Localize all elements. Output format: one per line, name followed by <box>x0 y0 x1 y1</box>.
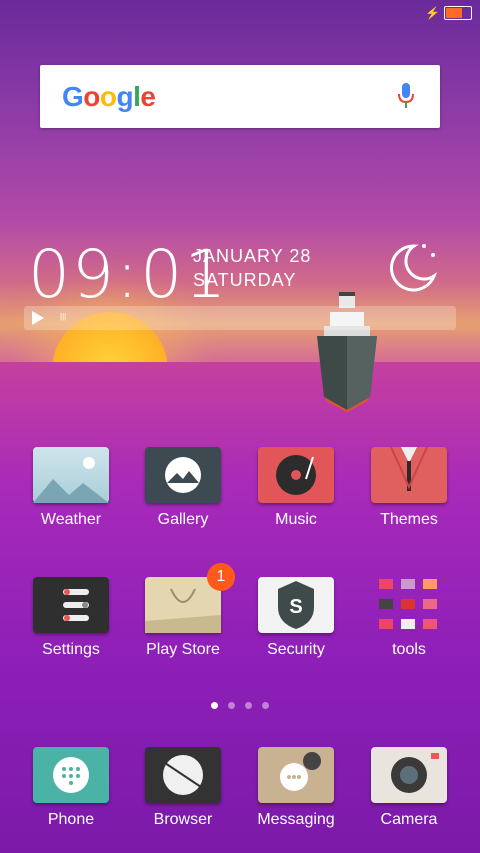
music-icon <box>258 447 334 503</box>
mic-icon[interactable] <box>398 83 414 109</box>
weather-icon <box>33 447 109 503</box>
page-indicator <box>0 702 480 709</box>
dock-browser[interactable]: Browser <box>135 747 231 829</box>
app-label: Camera <box>380 811 438 828</box>
page-dot[interactable] <box>211 702 218 709</box>
page-dot[interactable] <box>262 702 269 709</box>
app-label: Play Store <box>146 641 220 658</box>
app-label: Phone <box>47 811 95 828</box>
app-weather[interactable]: Weather <box>23 447 119 529</box>
tools-folder-icon <box>371 577 447 633</box>
app-folder-tools[interactable]: tools <box>361 577 457 659</box>
gallery-icon <box>145 447 221 503</box>
phone-icon <box>33 747 109 803</box>
app-label: tools <box>392 641 426 658</box>
app-settings[interactable]: Settings <box>23 577 119 659</box>
dock-phone[interactable]: Phone <box>23 747 119 829</box>
app-label: Settings <box>42 641 100 658</box>
messaging-icon <box>258 747 334 803</box>
play-icon[interactable] <box>32 311 44 325</box>
google-logo: Google <box>62 81 156 112</box>
app-label: Weather <box>40 511 102 528</box>
bolt-icon: ⚡ <box>425 6 440 20</box>
page-dot[interactable] <box>245 702 252 709</box>
google-search-bar[interactable]: Google <box>40 65 440 128</box>
app-label: Music <box>275 511 317 528</box>
browser-icon <box>145 747 221 803</box>
themes-icon <box>371 446 447 503</box>
app-gallery[interactable]: Gallery <box>135 447 231 529</box>
app-label: Browser <box>153 811 213 828</box>
camera-icon <box>371 747 447 803</box>
notification-badge: 1 <box>207 563 235 591</box>
app-security[interactable]: S Security <box>248 577 344 659</box>
settings-icon <box>33 577 109 633</box>
equalizer-icon: ||| <box>60 312 67 321</box>
clock-day: SATURDAY <box>193 270 297 290</box>
dock-messaging[interactable]: Messaging <box>248 747 344 829</box>
play-store-icon: 1 <box>145 563 235 633</box>
music-widget-bar[interactable]: ||| <box>24 306 456 330</box>
security-icon: S <box>258 577 334 633</box>
app-play-store[interactable]: 1 Play Store <box>135 563 235 659</box>
app-themes[interactable]: Themes <box>361 446 457 529</box>
moon-icon[interactable] <box>384 240 440 296</box>
svg-text:S: S <box>289 596 302 618</box>
app-label: Security <box>267 641 325 658</box>
app-label: Messaging <box>257 811 335 828</box>
dock-camera[interactable]: Camera <box>361 747 457 829</box>
app-music[interactable]: Music <box>248 447 344 529</box>
app-label: Themes <box>380 511 438 528</box>
clock-date: JANUARY 28 <box>193 246 312 266</box>
status-bar: ⚡ <box>0 0 480 26</box>
battery-icon <box>444 6 472 20</box>
page-dot[interactable] <box>228 702 235 709</box>
app-label: Gallery <box>157 511 209 528</box>
